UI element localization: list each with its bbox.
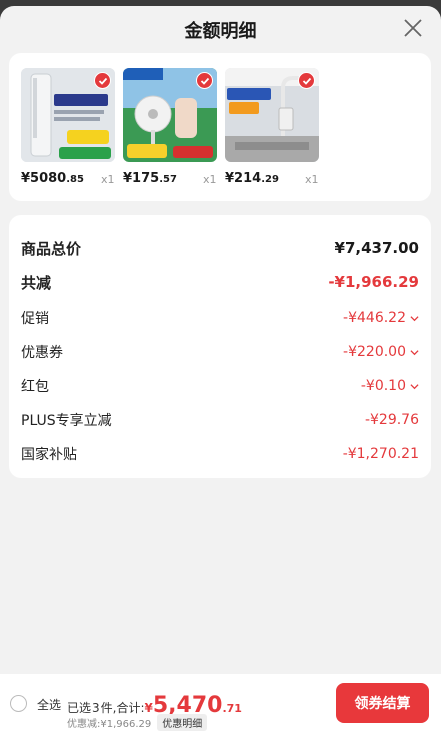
close-icon[interactable] xyxy=(403,18,423,38)
discount-detail-link[interactable]: 优惠明细 xyxy=(157,714,208,731)
summary-row-subsidy: 国家补贴 -¥1,270.21 xyxy=(21,442,419,466)
checked-icon[interactable] xyxy=(298,72,315,89)
select-all-label[interactable]: 全选 xyxy=(37,696,61,713)
summary-value: -¥446.22 xyxy=(343,310,419,326)
price-summary: 商品总价 ¥7,437.00 共减 -¥1,966.29 促销 -¥446.22… xyxy=(9,215,431,478)
checkout-button[interactable]: 领券结算 xyxy=(336,683,429,723)
product-item[interactable]: ¥214.29 x1 xyxy=(225,68,325,186)
sheet-title: 金额明细 xyxy=(184,21,257,42)
summary-row-plus: PLUS专享立减 -¥29.76 xyxy=(21,408,419,432)
checkout-bar: 全选 已选 3 件,合计: ¥ 5,470 .71 优惠减:¥1,966.29 … xyxy=(0,674,441,742)
product-quantity: x1 xyxy=(101,173,115,186)
select-all-radio[interactable] xyxy=(10,695,27,712)
checked-icon[interactable] xyxy=(94,72,111,89)
summary-label: PLUS专享立减 xyxy=(21,413,112,429)
chevron-down-icon[interactable] xyxy=(410,314,419,323)
product-quantity: x1 xyxy=(203,173,217,186)
summary-value: -¥0.10 xyxy=(361,378,419,394)
summary-value: -¥1,270.21 xyxy=(342,446,419,462)
summary-row-coupon[interactable]: 优惠券 -¥220.00 xyxy=(21,340,419,364)
product-quantity: x1 xyxy=(305,173,319,186)
summary-label: 红包 xyxy=(21,379,49,395)
checked-icon[interactable] xyxy=(196,72,213,89)
summary-row-total-discount: 共减 -¥1,966.29 xyxy=(21,270,419,294)
summary-row-total: 商品总价 ¥7,437.00 xyxy=(21,236,419,260)
chevron-down-icon[interactable] xyxy=(410,348,419,357)
product-item[interactable]: ¥175.57 x1 xyxy=(123,68,223,186)
product-image-fan xyxy=(123,68,217,162)
summary-label: 国家补贴 xyxy=(21,447,77,463)
summary-label: 促销 xyxy=(21,311,49,327)
discount-summary: 优惠减:¥1,966.29 优惠明细 xyxy=(67,714,208,731)
product-price: ¥214.29 xyxy=(225,171,279,186)
summary-label: 商品总价 xyxy=(21,239,82,258)
product-image-air-conditioner xyxy=(21,68,115,162)
summary-value: -¥1,966.29 xyxy=(328,273,419,291)
summary-row-red-packet[interactable]: 红包 -¥0.10 xyxy=(21,374,419,398)
summary-value: -¥29.76 xyxy=(364,412,419,428)
summary-row-promotion[interactable]: 促销 -¥446.22 xyxy=(21,306,419,330)
sheet-header: 金额明细 xyxy=(0,6,441,50)
chevron-down-icon[interactable] xyxy=(410,382,419,391)
summary-label: 共减 xyxy=(21,273,52,292)
product-list: ¥5080.85 x1 ¥175.57 x1 ¥214.29 x1 xyxy=(9,53,431,201)
summary-value: ¥7,437.00 xyxy=(334,239,419,257)
product-price: ¥5080.85 xyxy=(21,171,84,186)
product-price: ¥175.57 xyxy=(123,171,177,186)
product-item[interactable]: ¥5080.85 x1 xyxy=(21,68,121,186)
product-image-water-heater xyxy=(225,68,319,162)
summary-value: -¥220.00 xyxy=(343,344,419,360)
summary-label: 优惠券 xyxy=(21,345,63,361)
amount-detail-sheet: 金额明细 ¥5080.85 x1 ¥175.57 x1 ¥214.29 x1 商… xyxy=(0,6,441,742)
